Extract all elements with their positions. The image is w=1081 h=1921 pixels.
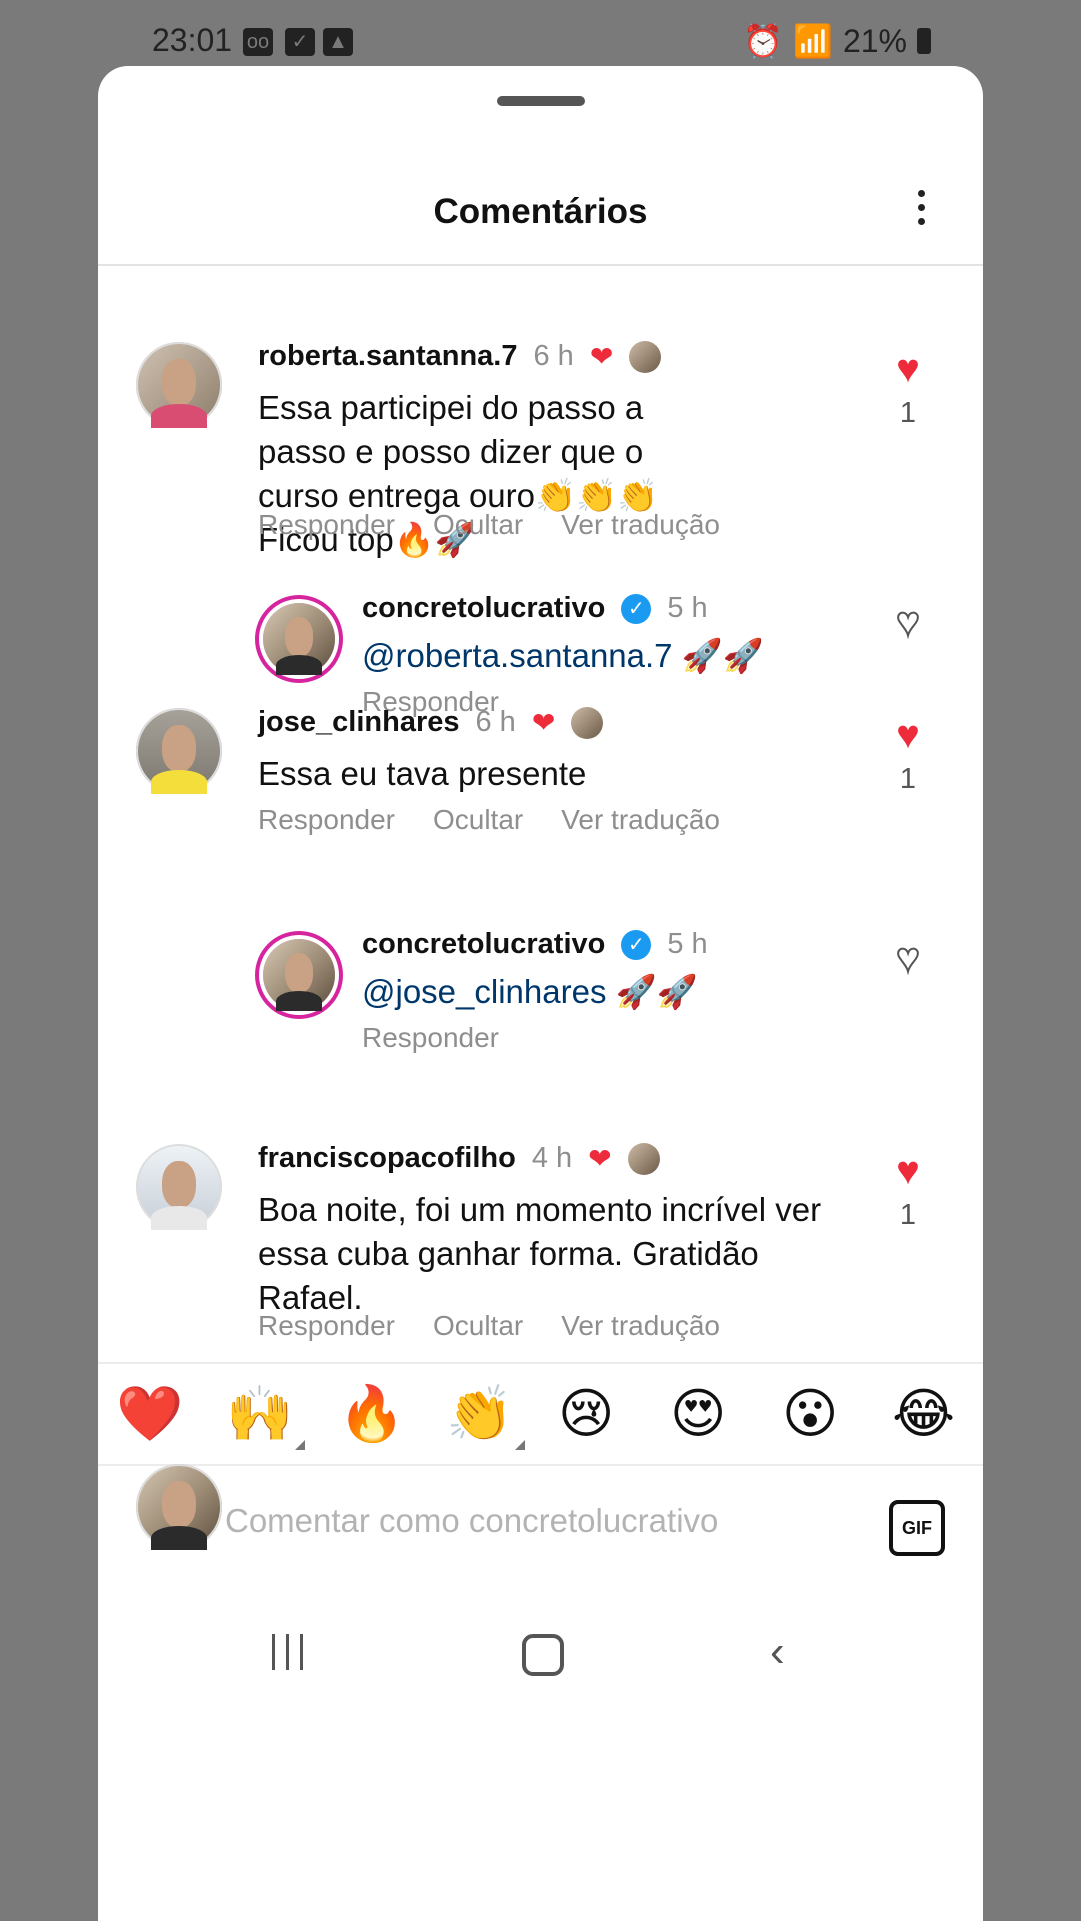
avatar[interactable]: [136, 1144, 222, 1230]
hide-button[interactable]: Ocultar: [433, 1310, 523, 1342]
comment-actions: Responder Ocultar Ver tradução: [258, 804, 720, 836]
creator-liked-heart-icon: ❤: [531, 707, 556, 738]
see-translation-button[interactable]: Ver tradução: [561, 1310, 720, 1342]
comment-header: jose_clinhares 6 h ❤: [258, 706, 604, 739]
like-button[interactable]: ♥: [878, 936, 938, 980]
reply-avatar[interactable]: [263, 603, 335, 675]
comment-composer: Comentar como concretolucrativo GIF: [98, 1464, 983, 1584]
like-count: 1: [899, 1199, 917, 1231]
heart-filled-icon: ♥: [896, 1149, 920, 1193]
heart-filled-icon: ♥: [896, 347, 920, 391]
see-translation-button[interactable]: Ver tradução: [561, 804, 720, 836]
system-nav-bar: ‹: [98, 1586, 983, 1706]
reply-button[interactable]: Responder: [258, 804, 395, 836]
reply-emojis: 🚀🚀: [672, 637, 764, 674]
mention-link[interactable]: @roberta.santanna.7: [362, 637, 673, 674]
emoji-laughing-button[interactable]: 😂: [892, 1384, 955, 1444]
comment-actions: Responder Ocultar Ver tradução: [258, 1310, 720, 1342]
more-options-icon[interactable]: [906, 190, 936, 234]
gif-button[interactable]: GIF: [889, 1500, 945, 1556]
emoji-glyph: 👏: [446, 1384, 514, 1444]
creator-avatar: [571, 706, 604, 739]
emoji-glyph: 🙌: [226, 1384, 294, 1444]
reply-avatar[interactable]: [263, 939, 335, 1011]
reply-button[interactable]: Responder: [362, 1022, 499, 1054]
battery-percent: 21%: [842, 22, 907, 59]
divider: [98, 264, 983, 266]
status-right: ⏰ 📶 21%: [743, 22, 931, 60]
alarm-icon: ⏰: [743, 23, 784, 59]
reply-header: concretolucrativo ✓ 5 h: [362, 592, 708, 625]
like-button[interactable]: ♥ 1: [878, 349, 938, 430]
status-time: 23:01: [152, 22, 233, 58]
wifi-icon: 📶: [793, 23, 833, 59]
like-count: 1: [899, 763, 917, 795]
like-button[interactable]: ♥: [878, 600, 938, 644]
comment-actions: Responder Ocultar Ver tradução: [258, 509, 720, 541]
comment-time: 4 h: [531, 1142, 573, 1174]
image-icon: ▲: [323, 28, 353, 56]
back-icon[interactable]: ‹: [770, 1630, 785, 1674]
comment-header: roberta.santanna.7 6 h ❤: [258, 340, 662, 373]
heart-filled-icon: ♥: [896, 713, 920, 757]
skin-tone-indicator: [515, 1440, 526, 1450]
emoji-surprised-button[interactable]: 😮: [782, 1384, 838, 1444]
reply-text: @jose_clinhares 🚀🚀: [362, 970, 698, 1014]
comment-username[interactable]: jose_clinhares: [258, 706, 460, 739]
like-button[interactable]: ♥ 1: [878, 715, 938, 796]
see-translation-button[interactable]: Ver tradução: [561, 509, 720, 541]
emoji-raised-hands-button[interactable]: 🙌: [226, 1384, 306, 1450]
hide-button[interactable]: Ocultar: [433, 804, 523, 836]
heart-outline-icon: ♥: [895, 936, 921, 980]
reply-header: concretolucrativo ✓ 5 h: [362, 928, 708, 961]
reply-button[interactable]: Responder: [258, 1310, 395, 1342]
comment-time: 6 h: [475, 706, 516, 738]
drag-handle[interactable]: [497, 96, 585, 106]
creator-liked-heart-icon: ❤: [589, 341, 614, 372]
reply-text: @roberta.santanna.7 🚀🚀: [362, 634, 764, 678]
like-button[interactable]: ♥ 1: [878, 1151, 938, 1232]
comment-time: 6 h: [533, 340, 574, 372]
avatar[interactable]: [136, 342, 222, 428]
emoji-fire-button[interactable]: 🔥: [338, 1384, 405, 1444]
page-title: Comentários: [433, 192, 648, 231]
creator-avatar: [627, 1142, 660, 1175]
avatar[interactable]: [136, 708, 222, 794]
creator-liked-heart-icon: ❤: [588, 1143, 612, 1174]
like-count: 1: [899, 397, 917, 429]
emoji-heart-eyes-button[interactable]: 😍: [670, 1384, 726, 1444]
home-icon[interactable]: [522, 1634, 564, 1676]
comment-header: franciscopacofilho 4 h ❤: [258, 1142, 660, 1175]
current-user-avatar: [136, 1464, 222, 1550]
hide-button[interactable]: Ocultar: [433, 509, 523, 541]
reply-time: 5 h: [667, 928, 708, 960]
reply-button[interactable]: Responder: [258, 509, 395, 541]
comments-sheet: Comentários roberta.santanna.7 6 h ❤ Ess…: [98, 66, 983, 1921]
reply-actions: Responder: [362, 1022, 499, 1054]
mention-link[interactable]: @jose_clinhares: [362, 973, 606, 1010]
recent-apps-icon[interactable]: [272, 1634, 314, 1675]
comment-username[interactable]: franciscopacofilho: [258, 1142, 516, 1175]
verified-badge-icon: ✓: [621, 593, 652, 624]
creator-avatar: [629, 340, 662, 373]
comment-username[interactable]: roberta.santanna.7: [258, 340, 517, 373]
verified-badge-icon: ✓: [621, 929, 652, 960]
voicemail-icon: oo: [243, 28, 273, 56]
emoji-bar: ❤️ 🙌 🔥 👏 😢 😍 😮 😂: [98, 1362, 983, 1466]
comment-text: Boa noite, foi um momento incrível ver e…: [258, 1191, 822, 1316]
reply-emojis: 🚀🚀: [606, 973, 698, 1010]
comment-input[interactable]: Comentar como concretolucrativo: [225, 1502, 718, 1540]
reply-time: 5 h: [667, 592, 708, 624]
emoji-heart-button[interactable]: ❤️: [116, 1384, 183, 1444]
comment-text: Essa eu tava presente: [258, 755, 587, 792]
emoji-crying-button[interactable]: 😢: [558, 1384, 614, 1444]
emoji-clap-button[interactable]: 👏: [446, 1384, 526, 1450]
checkbox-icon: ✓: [285, 28, 315, 56]
reply-username[interactable]: concretolucrativo: [362, 928, 605, 961]
reply-username[interactable]: concretolucrativo: [362, 592, 605, 625]
heart-outline-icon: ♥: [895, 600, 921, 644]
battery-icon: [917, 28, 931, 54]
skin-tone-indicator: [295, 1440, 306, 1450]
